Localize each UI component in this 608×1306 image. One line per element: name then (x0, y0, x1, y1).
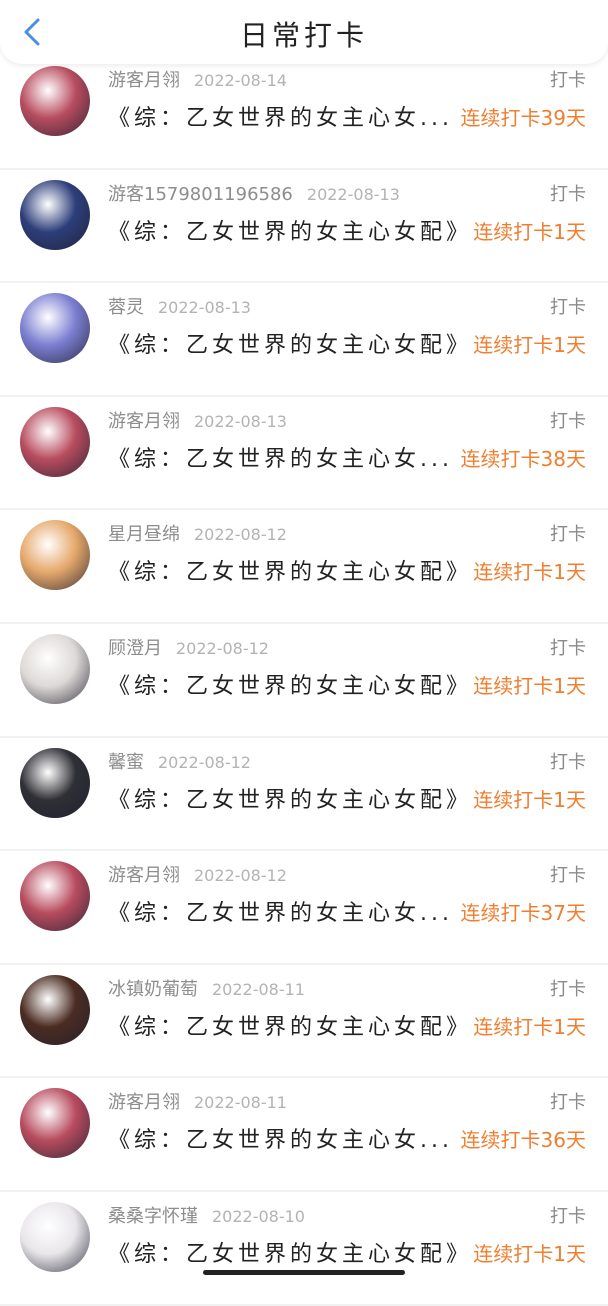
checkin-label: 打卡 (550, 297, 586, 319)
top-bar: 日常打卡 (0, 0, 608, 64)
book-title[interactable]: 《综：乙女世界的女主心女... (108, 441, 453, 473)
streak-badge: 连续打卡1天 (473, 673, 586, 698)
list-item[interactable]: 馨蜜 2022-08-12 打卡 《综：乙女世界的女主心女配》 连续打卡1天 (0, 738, 608, 852)
book-title[interactable]: 《综：乙女世界的女主心女配》 (108, 214, 472, 246)
checkin-label: 打卡 (550, 1205, 586, 1227)
user-name[interactable]: 蓉灵 2022-08-13 (108, 293, 251, 319)
book-title[interactable]: 《综：乙女世界的女主心女... (108, 895, 453, 927)
user-name[interactable]: 桑桑字怀瑾 2022-08-10 (108, 1202, 305, 1228)
page-title: 日常打卡 (239, 19, 368, 52)
avatar[interactable] (20, 520, 90, 591)
list-item[interactable]: 游客月翎 2022-08-11 打卡 《综：乙女世界的女主心女... 连续打卡36… (0, 1078, 608, 1192)
checkin-label: 打卡 (550, 637, 586, 659)
checkin-label: 打卡 (550, 978, 586, 1000)
checkin-date: 2022-08-12 (176, 638, 269, 658)
user-name[interactable]: 游客月翎 2022-08-13 (108, 407, 287, 433)
list-item[interactable]: 冰镇奶葡萄 2022-08-11 打卡 《综：乙女世界的女主心女配》 连续打卡1天 (0, 965, 608, 1079)
list-item[interactable]: 游客1579801196586 2022-08-13 打卡 《综：乙女世界的女主心… (0, 170, 608, 284)
avatar[interactable] (20, 293, 90, 364)
book-title[interactable]: 《综：乙女世界的女主心女... (108, 100, 453, 132)
checkin-label: 打卡 (550, 865, 586, 887)
checkin-date: 2022-08-13 (194, 411, 287, 431)
user-name-text: 游客月翎 (108, 70, 180, 91)
streak-badge: 连续打卡38天 (460, 446, 586, 471)
user-name-text: 馨蜜 (108, 751, 144, 773)
book-title[interactable]: 《综：乙女世界的女主心女配》 (108, 668, 472, 700)
book-title[interactable]: 《综：乙女世界的女主心女配》 (108, 782, 472, 814)
streak-badge: 连续打卡1天 (473, 219, 586, 244)
checkin-label: 打卡 (550, 183, 586, 205)
avatar[interactable] (20, 861, 90, 932)
checkin-label: 打卡 (550, 524, 586, 546)
checkin-date: 2022-08-13 (306, 184, 400, 204)
list-item[interactable]: 游客月翎 2022-08-12 打卡 《综：乙女世界的女主心女... 连续打卡37… (0, 851, 608, 965)
user-name[interactable]: 顾澄月 2022-08-12 (108, 634, 269, 660)
avatar[interactable] (20, 406, 90, 477)
book-title[interactable]: 《综：乙女世界的女主心女配》 (108, 554, 472, 586)
avatar[interactable] (20, 1088, 90, 1159)
list-item[interactable]: 游客月翎 2022-08-13 打卡 《综：乙女世界的女主心女... 连续打卡38… (0, 397, 608, 511)
list-item[interactable]: 蓉灵 2022-08-13 打卡 《综：乙女世界的女主心女配》 连续打卡1天 (0, 283, 608, 397)
checkin-date: 2022-08-12 (194, 525, 287, 545)
checkin-date: 2022-08-11 (212, 979, 305, 999)
checkin-date: 2022-08-11 (194, 1093, 287, 1113)
streak-badge: 连续打卡1天 (473, 560, 586, 585)
streak-badge: 连续打卡37天 (460, 901, 586, 926)
home-indicator[interactable] (203, 1270, 405, 1275)
user-name-text: 星月昼绵 (108, 524, 180, 546)
user-name[interactable]: 馨蜜 2022-08-12 (108, 748, 251, 774)
book-title[interactable]: 《综：乙女世界的女主心女... (108, 1122, 453, 1154)
divider (0, 1303, 608, 1306)
checkin-date: 2022-08-10 (212, 1206, 305, 1226)
streak-badge: 连续打卡1天 (473, 1014, 586, 1039)
book-title[interactable]: 《综：乙女世界的女主心女配》 (108, 1236, 472, 1268)
user-name-text: 游客月翎 (108, 1092, 180, 1114)
user-name[interactable]: 游客月翎 2022-08-12 (108, 861, 287, 887)
list-item[interactable]: 桑桑字怀瑾 2022-08-10 打卡 《综：乙女世界的女主心女配》 连续打卡1天 (0, 1192, 608, 1306)
streak-badge: 连续打卡39天 (460, 106, 586, 130)
checkin-label: 打卡 (550, 751, 586, 773)
checkin-date: 2022-08-13 (158, 298, 251, 318)
user-name-text: 游客1579801196586 (108, 183, 293, 205)
user-name[interactable]: 游客月翎 2022-08-14 (108, 66, 287, 92)
user-name-text: 蓉灵 (108, 297, 144, 319)
streak-badge: 连续打卡36天 (460, 1128, 586, 1153)
streak-badge: 连续打卡1天 (473, 1241, 586, 1266)
user-name-text: 桑桑字怀瑾 (108, 1205, 198, 1227)
user-name-text: 顾澄月 (108, 637, 162, 659)
user-name[interactable]: 游客1579801196586 2022-08-13 (108, 180, 400, 206)
user-name-text: 游客月翎 (108, 410, 180, 432)
user-name[interactable]: 游客月翎 2022-08-11 (108, 1088, 287, 1114)
user-name-text: 冰镇奶葡萄 (108, 978, 198, 1000)
checkin-label: 打卡 (550, 1092, 586, 1114)
streak-badge: 连续打卡1天 (473, 787, 586, 812)
checkin-label: 打卡 (550, 70, 586, 91)
avatar[interactable] (20, 974, 90, 1045)
streak-badge: 连续打卡1天 (473, 333, 586, 358)
list-item[interactable]: 游客月翎 2022-08-14 打卡 《综：乙女世界的女主心女... 连续打卡39… (0, 56, 608, 170)
list-item[interactable]: 顾澄月 2022-08-12 打卡 《综：乙女世界的女主心女配》 连续打卡1天 (0, 624, 608, 738)
avatar[interactable] (20, 179, 90, 250)
avatar[interactable] (20, 66, 90, 136)
user-name[interactable]: 星月昼绵 2022-08-12 (108, 520, 287, 546)
checkin-date: 2022-08-12 (158, 752, 251, 772)
list-item[interactable]: 星月昼绵 2022-08-12 打卡 《综：乙女世界的女主心女配》 连续打卡1天 (0, 510, 608, 624)
user-name[interactable]: 冰镇奶葡萄 2022-08-11 (108, 975, 305, 1001)
avatar[interactable] (20, 1201, 90, 1272)
user-name-text: 游客月翎 (108, 865, 180, 887)
book-title[interactable]: 《综：乙女世界的女主心女配》 (108, 1009, 472, 1041)
checkin-list: 游客月翎 2022-08-14 打卡 《综：乙女世界的女主心女... 连续打卡39… (0, 56, 608, 1306)
checkin-date: 2022-08-12 (194, 866, 287, 886)
checkin-label: 打卡 (550, 410, 586, 432)
book-title[interactable]: 《综：乙女世界的女主心女配》 (108, 327, 472, 359)
checkin-date: 2022-08-14 (194, 71, 287, 90)
avatar[interactable] (20, 747, 90, 818)
avatar[interactable] (20, 633, 90, 704)
